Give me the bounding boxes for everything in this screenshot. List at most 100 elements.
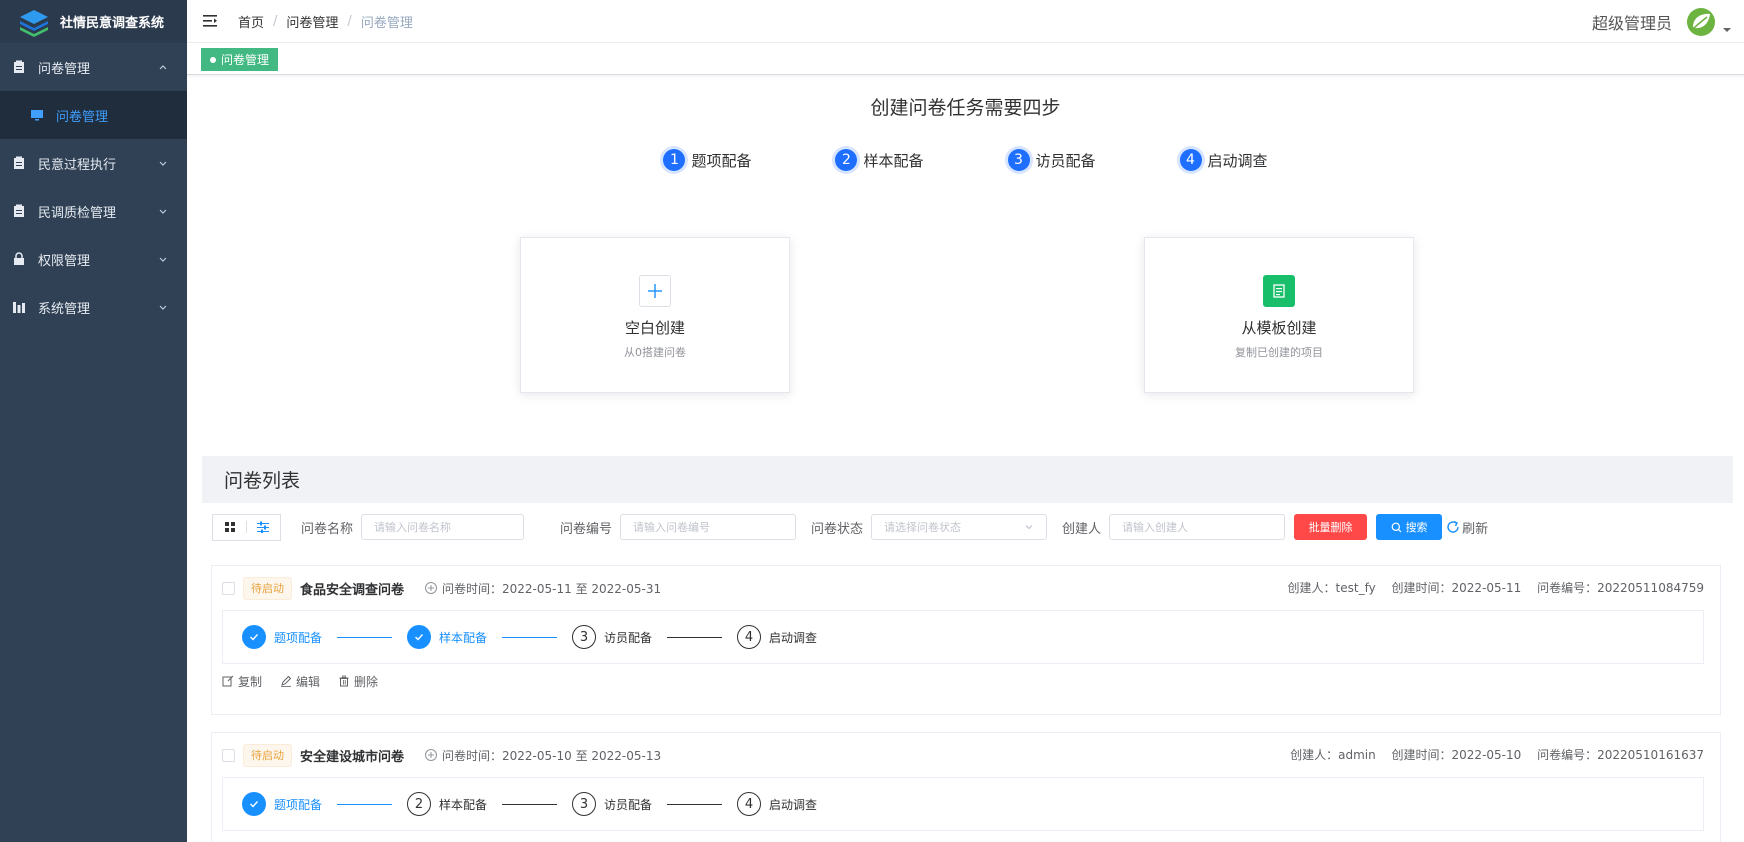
- plus-icon: [639, 275, 671, 307]
- creator-label: 创建人: [1062, 521, 1102, 537]
- clipboard-icon: [12, 204, 26, 218]
- step-connector: [667, 636, 723, 638]
- step-number: 3: [572, 792, 597, 816]
- sidebar-item-questionnaire[interactable]: 问卷管理: [0, 43, 187, 91]
- sidebar-item-label: 民调质检管理: [38, 205, 117, 221]
- edit-button[interactable]: 编辑: [280, 673, 320, 690]
- questionnaire-title[interactable]: 安全建设城市问卷: [300, 746, 404, 765]
- breadcrumb-questionnaire[interactable]: 问卷管理: [286, 12, 338, 31]
- refresh-button[interactable]: 刷新: [1445, 518, 1488, 537]
- step-label: 题项配备: [274, 630, 323, 645]
- creator-text: 创建人：test_fy: [1287, 581, 1376, 595]
- view-toggle: [212, 513, 281, 541]
- avatar[interactable]: [1684, 5, 1718, 39]
- tag-questionnaire[interactable]: 问卷管理: [201, 48, 279, 71]
- card-actions: 复制 编辑 删除: [212, 664, 1720, 698]
- copy-button[interactable]: 复制: [222, 673, 262, 690]
- blank-create-card[interactable]: 空白创建 从0搭建问卷: [520, 237, 790, 393]
- breadcrumb-home[interactable]: 首页: [238, 12, 264, 31]
- sidebar-subitem-questionnaire[interactable]: 问卷管理: [0, 91, 187, 139]
- created-text: 创建时间：2022-05-11: [1391, 581, 1522, 595]
- progress-step: 4 启动调查: [737, 792, 817, 816]
- step-label: 启动调查: [1207, 151, 1268, 170]
- progress-step: 3 访员配备: [572, 625, 652, 649]
- header: 首页 / 问卷管理 / 问卷管理 超级管理员: [187, 0, 1744, 43]
- creator-text: 创建人：admin: [1290, 748, 1376, 762]
- status-badge: 待启动: [243, 743, 292, 767]
- creator-input[interactable]: [1109, 514, 1286, 540]
- chart-icon: [12, 300, 26, 314]
- progress-step: 题项配备: [242, 792, 322, 816]
- questionnaire-time: 问卷时间：2022-05-11 至 2022-05-31: [424, 580, 661, 597]
- template-create-card[interactable]: 从模板创建 复制已创建的项目: [1144, 237, 1414, 393]
- progress-steps: 题项配备 2 样本配备 3 访员配备 4 启动调查: [222, 777, 1704, 831]
- name-input[interactable]: [361, 514, 525, 540]
- sidebar-item-quality[interactable]: 民调质检管理: [0, 187, 187, 235]
- list-title: 问卷列表: [202, 456, 1733, 503]
- sidebar-item-label: 问卷管理: [38, 61, 91, 77]
- status-placeholder: 请选择问卷状态: [884, 521, 962, 534]
- card-title: 从模板创建: [1241, 319, 1317, 337]
- questionnaire-title[interactable]: 食品安全调查问卷: [300, 579, 404, 598]
- select-checkbox[interactable]: [222, 748, 235, 762]
- card-title: 空白创建: [624, 319, 685, 337]
- create-steps: 1 题项配备 2 样本配备 3 访员配备 4 启动调查: [187, 149, 1744, 171]
- status-select[interactable]: 请选择问卷状态: [871, 514, 1048, 540]
- user-name: 超级管理员: [1591, 13, 1672, 33]
- created-text: 创建时间：2022-05-10: [1391, 748, 1522, 762]
- tag-label: 问卷管理: [221, 53, 270, 67]
- step-label: 启动调查: [769, 630, 818, 645]
- search-icon: [1391, 522, 1401, 532]
- step-label: 题项配备: [691, 151, 752, 170]
- chevron-down-icon: [159, 209, 167, 214]
- trash-icon: [339, 675, 349, 687]
- copy-label: 复制: [238, 674, 263, 689]
- delete-button[interactable]: 删除: [338, 673, 378, 690]
- breadcrumb-separator: /: [347, 13, 352, 29]
- step-number: 4: [737, 625, 762, 649]
- refresh-label: 刷新: [1462, 521, 1489, 537]
- progress-step: 样本配备: [407, 625, 487, 649]
- edit-icon: [281, 675, 292, 687]
- select-checkbox[interactable]: [222, 581, 235, 595]
- create-step: 1 题项配备: [663, 149, 751, 171]
- clock-plus-icon: [425, 582, 438, 594]
- caret-down-icon[interactable]: [1722, 25, 1732, 35]
- progress-step: 2 样本配备: [407, 792, 487, 816]
- monitor-icon: [30, 108, 44, 122]
- check-icon: [242, 625, 266, 649]
- copy-icon: [222, 675, 234, 687]
- active-dot: [210, 56, 216, 63]
- sidebar-item-label: 权限管理: [38, 253, 91, 269]
- step-connector: [337, 803, 393, 805]
- card-meta: 创建人：admin 创建时间：2022-05-10 问卷编号：202205101…: [1278, 746, 1704, 763]
- name-label: 问卷名称: [301, 521, 354, 537]
- step-label: 样本配备: [439, 797, 488, 812]
- card-subtitle: 从0搭建问卷: [624, 346, 686, 359]
- batch-delete-button[interactable]: 批量删除: [1294, 514, 1368, 540]
- menu-toggle-icon[interactable]: [202, 12, 220, 30]
- sidebar-item-system[interactable]: 系统管理: [0, 283, 187, 331]
- search-button[interactable]: 搜索: [1376, 514, 1443, 540]
- code-input[interactable]: [620, 514, 797, 540]
- code-text: 问卷编号：20220511084759: [1537, 581, 1704, 595]
- clipboard-icon: [12, 60, 26, 74]
- card-subtitle: 复制已创建的项目: [1235, 346, 1323, 359]
- step-number: 1: [663, 149, 686, 171]
- filter-settings-icon[interactable]: [247, 515, 280, 540]
- step-number: 3: [1007, 149, 1030, 171]
- card-header: 待启动 食品安全调查问卷 问卷时间：2022-05-11 至 2022-05-3…: [212, 566, 1720, 610]
- time-text: 问卷时间：2022-05-10 至 2022-05-13: [442, 748, 662, 763]
- user-menu[interactable]: 超级管理员: [1592, 0, 1732, 43]
- clock-plus-icon: [425, 749, 438, 761]
- sidebar-item-process[interactable]: 民意过程执行: [0, 139, 187, 187]
- step-label: 访员配备: [604, 797, 653, 812]
- progress-step: 4 启动调查: [737, 625, 817, 649]
- sidebar-item-permission[interactable]: 权限管理: [0, 235, 187, 283]
- chevron-down-icon: [159, 257, 167, 262]
- questionnaire-card: 待启动 安全建设城市问卷 问卷时间：2022-05-10 至 2022-05-1…: [211, 732, 1721, 842]
- sidebar: 社情民意调查系统 问卷管理 问卷管理 民意过程执行 民调质检管理 权限管理 系统…: [0, 0, 187, 842]
- chevron-down-icon: [159, 161, 167, 166]
- step-label: 访员配备: [1035, 151, 1096, 170]
- grid-view-icon[interactable]: [213, 515, 246, 540]
